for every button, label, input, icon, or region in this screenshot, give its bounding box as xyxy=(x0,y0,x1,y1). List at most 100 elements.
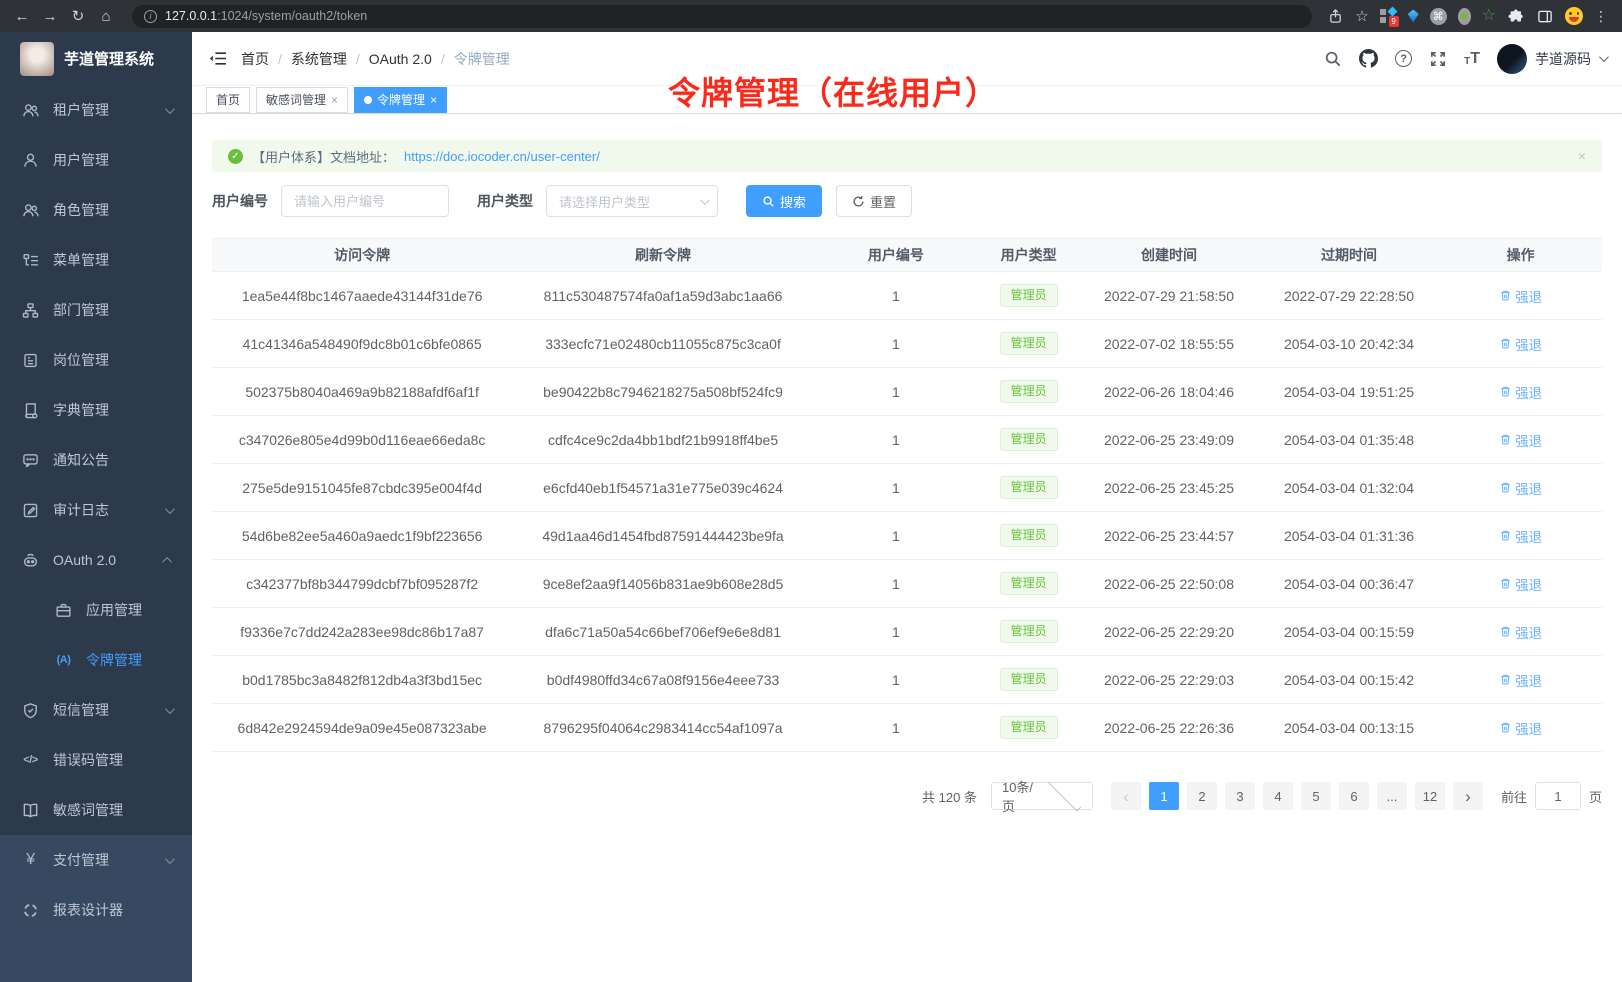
created-time-cell: 2022-06-25 23:44:57 xyxy=(1079,512,1258,560)
page-number-button[interactable]: 6 xyxy=(1339,782,1369,810)
sidebar-item-oauth2[interactable]: OAuth 2.0 xyxy=(0,535,192,585)
font-size-icon[interactable]: TT xyxy=(1464,51,1480,67)
app-logo-row[interactable]: 芋道管理系统 xyxy=(0,32,192,85)
tab-close-icon[interactable]: × xyxy=(331,94,338,106)
profile-avatar[interactable] xyxy=(1565,7,1583,25)
sidebar-item-error-code[interactable]: </> 错误码管理 xyxy=(0,735,192,785)
bookmark-star-icon[interactable]: ☆ xyxy=(1355,7,1368,25)
expire-time-cell: 2054-03-04 00:13:15 xyxy=(1259,704,1440,752)
user-id-cell: 1 xyxy=(814,512,978,560)
sidebar-item-user[interactable]: 用户管理 xyxy=(0,135,192,185)
created-time-cell: 2022-06-26 18:04:46 xyxy=(1079,368,1258,416)
sidebar-item-dict[interactable]: 字典管理 xyxy=(0,385,192,435)
force-logout-button[interactable]: 强退 xyxy=(1499,526,1542,546)
page-number-button[interactable]: 5 xyxy=(1301,782,1331,810)
goto-page-input[interactable] xyxy=(1535,782,1581,810)
sidebar-item-sensitive-words[interactable]: 敏感词管理 xyxy=(0,785,192,835)
sidebar-item-audit-log[interactable]: 审计日志 xyxy=(0,485,192,535)
force-logout-button[interactable]: 强退 xyxy=(1499,334,1542,354)
site-info-icon[interactable]: i xyxy=(144,10,157,23)
extension-command-icon[interactable]: ⌘ xyxy=(1430,8,1447,25)
breadcrumb-home[interactable]: 首页 xyxy=(241,49,269,69)
page-number-button[interactable]: 2 xyxy=(1187,782,1217,810)
extension-star-icon[interactable]: ☆ xyxy=(1482,8,1496,24)
breadcrumb-oauth[interactable]: OAuth 2.0 xyxy=(369,51,432,67)
force-logout-button[interactable]: 强退 xyxy=(1499,430,1542,450)
browser-back-icon[interactable]: ← xyxy=(10,4,34,28)
dictionary-icon xyxy=(22,402,39,419)
help-icon[interactable]: ? xyxy=(1395,50,1412,67)
sidebar-item-tenant[interactable]: 租户管理 xyxy=(0,85,192,135)
sidebar-item-post[interactable]: 岗位管理 xyxy=(0,335,192,385)
force-logout-button[interactable]: 强退 xyxy=(1499,670,1542,690)
tab-panel-icon[interactable] xyxy=(1536,7,1554,25)
sidebar-item-oauth-apps[interactable]: 应用管理 xyxy=(0,585,192,635)
browser-reload-icon[interactable]: ↻ xyxy=(66,4,90,28)
browser-menu-icon[interactable]: ⋮ xyxy=(1594,8,1608,25)
breadcrumb-separator: / xyxy=(278,51,282,67)
sidebar-collapse-icon[interactable] xyxy=(208,50,227,67)
extension-oval-icon[interactable] xyxy=(1458,8,1471,25)
pagination: 共 120 条 10条/页 ‹ 1 2 3 4 5 6 xyxy=(212,782,1602,810)
chevron-down-icon xyxy=(700,195,710,205)
extension-grid-icon[interactable]: 9 xyxy=(1380,8,1397,25)
force-logout-button[interactable]: 强退 xyxy=(1499,622,1542,642)
access-token-cell: 6d842e2924594de9a09e45e087323abe xyxy=(212,704,512,752)
tab-home[interactable]: 首页 xyxy=(206,87,250,113)
access-token-cell: 275e5de9151045fe87cbdc395e004f4d xyxy=(212,464,512,512)
actions-cell: 强退 xyxy=(1439,272,1602,320)
page-number-button[interactable]: ... xyxy=(1377,782,1407,810)
browser-home-icon[interactable]: ⌂ xyxy=(94,4,118,28)
user-id-cell: 1 xyxy=(814,608,978,656)
force-logout-button[interactable]: 强退 xyxy=(1499,574,1542,594)
breadcrumb-system[interactable]: 系统管理 xyxy=(291,49,347,69)
fullscreen-icon[interactable] xyxy=(1429,50,1447,68)
access-token-cell: 54d6be82ee5a460a9aedc1f9bf223656 xyxy=(212,512,512,560)
page-number-button[interactable]: 1 xyxy=(1149,782,1179,810)
user-menu[interactable]: 芋道源码 xyxy=(1497,44,1606,74)
goto-unit: 页 xyxy=(1589,787,1602,806)
page-number-button[interactable]: 3 xyxy=(1225,782,1255,810)
alert-close-icon[interactable]: × xyxy=(1578,148,1586,164)
search-button[interactable]: 搜索 xyxy=(746,185,822,217)
expire-time-cell: 2022-07-29 22:28:50 xyxy=(1259,272,1440,320)
user-type-select[interactable]: 请选择用户类型 xyxy=(546,185,718,217)
sidebar-item-menu[interactable]: 菜单管理 xyxy=(0,235,192,285)
next-page-button[interactable]: › xyxy=(1453,782,1483,810)
github-icon[interactable] xyxy=(1359,49,1378,68)
tab-sensitive-words[interactable]: 敏感词管理 × xyxy=(256,87,348,113)
chevron-down-icon xyxy=(165,704,175,714)
address-bar[interactable]: i 127.0.0.1:1024/system/oauth2/token xyxy=(132,5,1312,28)
alert-doc-link[interactable]: https://doc.iocoder.cn/user-center/ xyxy=(404,149,600,164)
sidebar-item-token-mgmt[interactable]: (A) 令牌管理 xyxy=(0,635,192,685)
force-logout-button[interactable]: 强退 xyxy=(1499,718,1542,738)
share-icon[interactable] xyxy=(1326,7,1344,25)
sidebar-item-report-designer[interactable]: 报表设计器 xyxy=(0,885,192,935)
extensions-puzzle-icon[interactable] xyxy=(1507,7,1525,25)
browser-forward-icon[interactable]: → xyxy=(38,4,62,28)
user-id-input[interactable] xyxy=(281,185,449,217)
force-logout-button[interactable]: 强退 xyxy=(1499,478,1542,498)
sidebar-item-sms[interactable]: 短信管理 xyxy=(0,685,192,735)
page-number-button[interactable]: 12 xyxy=(1415,782,1445,810)
force-logout-button[interactable]: 强退 xyxy=(1499,286,1542,306)
sidebar-item-payment[interactable]: ¥ 支付管理 xyxy=(0,835,192,885)
table-row: 1ea5e44f8bc1467aaede43144f31de76 811c530… xyxy=(212,272,1602,320)
prev-page-button[interactable]: ‹ xyxy=(1111,782,1141,810)
tab-close-icon[interactable]: × xyxy=(430,94,437,106)
refresh-token-cell: 333ecfc71e02480cb11055c875c3ca0f xyxy=(512,320,814,368)
sidebar-item-notice[interactable]: 通知公告 xyxy=(0,435,192,485)
page-number-button[interactable]: 4 xyxy=(1263,782,1293,810)
sidebar-item-dept[interactable]: 部门管理 xyxy=(0,285,192,335)
search-icon[interactable] xyxy=(1324,50,1342,68)
filter-bar: 用户编号 用户类型 请选择用户类型 搜索 重置 xyxy=(212,185,1602,217)
force-logout-button[interactable]: 强退 xyxy=(1499,382,1542,402)
tab-token-mgmt[interactable]: 令牌管理 × xyxy=(354,87,447,113)
reset-button[interactable]: 重置 xyxy=(836,185,912,217)
app-title: 芋道管理系统 xyxy=(64,48,154,69)
sidebar-item-role[interactable]: 角色管理 xyxy=(0,185,192,235)
page-size-select[interactable]: 10条/页 xyxy=(991,782,1093,810)
chevron-down-icon xyxy=(1048,778,1082,812)
user-id-cell: 1 xyxy=(814,320,978,368)
extension-gem-icon[interactable] xyxy=(1408,10,1419,23)
